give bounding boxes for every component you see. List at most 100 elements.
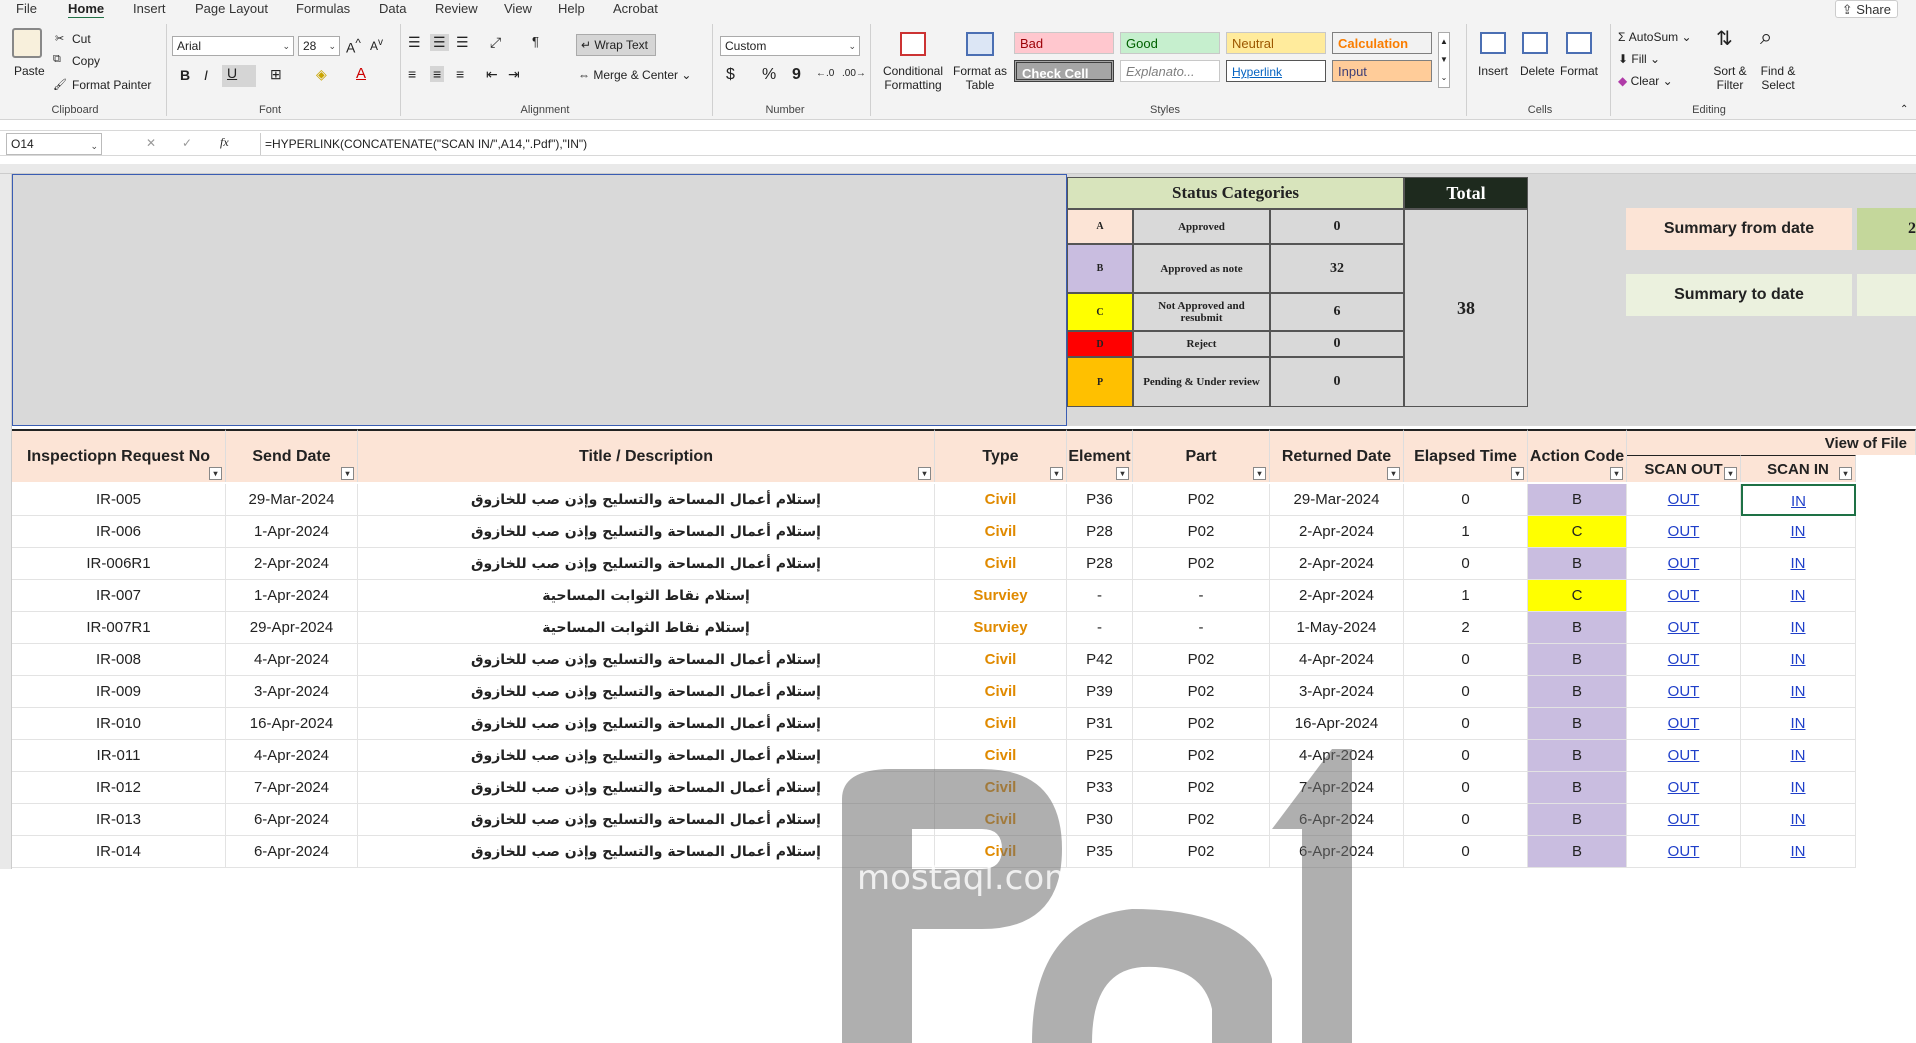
col-scan-out-cell[interactable]: OUT (1627, 644, 1741, 676)
col-scan-out-cell[interactable]: OUT (1627, 836, 1741, 868)
insert-cells-icon[interactable] (1480, 32, 1506, 54)
align-top-icon[interactable]: ☰ (408, 34, 421, 51)
col-scan-out-cell[interactable]: OUT (1627, 772, 1741, 804)
col-element-cell[interactable]: P39 (1067, 676, 1133, 708)
name-box[interactable]: O14 ⌄ (6, 133, 102, 155)
col-scan-out-value[interactable]: OUT (1668, 555, 1700, 572)
col-element-cell[interactable]: P31 (1067, 708, 1133, 740)
col-element-cell[interactable]: - (1067, 612, 1133, 644)
col-send-date-cell[interactable]: 3-Apr-2024 (226, 676, 358, 708)
col-elapsed-time-cell[interactable]: 0 (1404, 740, 1528, 772)
col-elapsed-time-cell[interactable]: 0 (1404, 484, 1528, 516)
col-part-cell[interactable]: P02 (1133, 644, 1270, 676)
filter-dropdown-icon[interactable]: ▾ (341, 467, 354, 480)
summary-to-value[interactable] (1857, 274, 1916, 316)
col-scan-in-value[interactable]: IN (1791, 493, 1806, 510)
filter-dropdown-icon[interactable]: ▾ (1050, 467, 1063, 480)
col-returned-date-cell[interactable]: 6-Apr-2024 (1270, 804, 1404, 836)
col-title-cell[interactable]: إستلام أعمال المساحة والتسليح وإذن صب لل… (358, 484, 935, 516)
sort-filter-icon[interactable]: ⇅ (1716, 26, 1733, 51)
col-element-cell[interactable]: P28 (1067, 516, 1133, 548)
col-elapsed-time-cell[interactable]: 2 (1404, 612, 1528, 644)
align-middle-icon[interactable]: ☰ (430, 34, 449, 51)
header-area[interactable] (12, 174, 1067, 426)
col-action-code-cell[interactable]: C (1528, 580, 1627, 612)
wrap-text-button[interactable]: ↵ Wrap Text (576, 34, 656, 56)
col-scan-in-cell[interactable]: IN (1741, 676, 1856, 708)
col-ir-no-cell[interactable]: IR-012 (12, 772, 226, 804)
menu-formulas[interactable]: Formulas (296, 0, 350, 18)
col-part-cell[interactable]: P02 (1133, 836, 1270, 868)
decrease-decimal-icon[interactable]: .00→ (842, 68, 866, 79)
col-scan-in-cell[interactable]: IN (1741, 516, 1856, 548)
conditional-formatting-icon[interactable] (900, 32, 926, 56)
col-ir-no-cell[interactable]: IR-011 (12, 740, 226, 772)
col-scan-in-cell[interactable]: IN (1741, 804, 1856, 836)
col-type-cell[interactable]: Civil (935, 484, 1067, 516)
filter-dropdown-icon[interactable]: ▾ (1610, 467, 1623, 480)
collapse-ribbon-icon[interactable]: ⌃ (1900, 104, 1908, 115)
font-color-icon[interactable]: A (356, 65, 366, 82)
style-good[interactable]: Good (1120, 32, 1220, 54)
col-scan-in-cell[interactable]: IN (1741, 708, 1856, 740)
format-cells-icon[interactable] (1566, 32, 1592, 54)
col-type-cell[interactable]: Civil (935, 644, 1067, 676)
col-scan-out-value[interactable]: OUT (1668, 715, 1700, 732)
col-scan-out-cell[interactable]: OUT (1627, 612, 1741, 644)
col-scan-out-cell[interactable]: OUT (1627, 804, 1741, 836)
align-bottom-icon[interactable]: ☰ (456, 34, 469, 51)
col-returned-date-cell[interactable]: 7-Apr-2024 (1270, 772, 1404, 804)
col-scan-in-value[interactable]: IN (1791, 587, 1806, 604)
filter-dropdown-icon[interactable]: ▾ (209, 467, 222, 480)
col-action-code-cell[interactable]: B (1528, 772, 1627, 804)
copy-icon[interactable]: ⧉ (53, 53, 61, 66)
col-action-code-cell[interactable]: B (1528, 708, 1627, 740)
col-returned-date-cell[interactable]: 29-Mar-2024 (1270, 484, 1404, 516)
col-elapsed-time-cell[interactable]: 0 (1404, 676, 1528, 708)
col-scan-in-value[interactable]: IN (1791, 555, 1806, 572)
menu-help[interactable]: Help (558, 0, 585, 18)
col-part-cell[interactable]: P02 (1133, 708, 1270, 740)
col-scan-out-cell[interactable]: OUT (1627, 580, 1741, 612)
decrease-indent-icon[interactable]: ⇤ (486, 66, 498, 83)
font-size-select[interactable]: 28 ⌄ (298, 36, 340, 56)
col-title-cell[interactable]: إستلام أعمال المساحة والتسليح وإذن صب لل… (358, 740, 935, 772)
col-scan-in-cell[interactable]: IN (1741, 772, 1856, 804)
style-explanatory[interactable]: Explanato... (1120, 60, 1220, 82)
increase-font-icon[interactable]: A^ (346, 37, 361, 56)
col-ir-no-cell[interactable]: IR-005 (12, 484, 226, 516)
col-ir-no-cell[interactable]: IR-010 (12, 708, 226, 740)
style-calculation[interactable]: Calculation (1332, 32, 1432, 54)
col-action-code-cell[interactable]: B (1528, 644, 1627, 676)
col-type-cell[interactable]: Civil (935, 516, 1067, 548)
col-element-cell[interactable]: P42 (1067, 644, 1133, 676)
col-scan-out-cell[interactable]: OUT (1627, 740, 1741, 772)
find-select-button[interactable]: Find & Select (1756, 64, 1800, 92)
col-returned-date-cell[interactable]: 2-Apr-2024 (1270, 516, 1404, 548)
col-returned-date-cell[interactable]: 4-Apr-2024 (1270, 740, 1404, 772)
number-format-select[interactable]: Custom ⌄ (720, 36, 860, 56)
comma-button[interactable]: 9 (792, 66, 801, 84)
format-cells-button[interactable]: Format (1560, 64, 1598, 78)
col-send-date-cell[interactable]: 29-Apr-2024 (226, 612, 358, 644)
col-send-date-cell[interactable]: 6-Apr-2024 (226, 804, 358, 836)
currency-button[interactable]: $ (726, 66, 735, 84)
col-part-cell[interactable]: P02 (1133, 772, 1270, 804)
col-scan-in-cell[interactable]: IN (1741, 740, 1856, 772)
filter-dropdown-icon[interactable]: ▾ (1839, 467, 1852, 480)
col-type-cell[interactable]: Surviey (935, 612, 1067, 644)
col-action-code-cell[interactable]: B (1528, 740, 1627, 772)
col-scan-out-value[interactable]: OUT (1668, 587, 1700, 604)
copy-button[interactable]: Copy (72, 54, 100, 68)
col-scan-out-value[interactable]: OUT (1668, 651, 1700, 668)
filter-dropdown-icon[interactable]: ▾ (1116, 467, 1129, 480)
col-elapsed-time-cell[interactable]: 0 (1404, 772, 1528, 804)
menu-home[interactable]: Home (68, 0, 105, 20)
cut-button[interactable]: Cut (72, 32, 91, 46)
delete-cells-button[interactable]: Delete (1520, 64, 1555, 78)
menu-view[interactable]: View (504, 0, 532, 18)
menu-acrobat[interactable]: Acrobat (613, 0, 658, 18)
cancel-icon[interactable]: ✕ (146, 136, 156, 150)
col-ir-no-cell[interactable]: IR-008 (12, 644, 226, 676)
col-scan-in-value[interactable]: IN (1791, 619, 1806, 636)
